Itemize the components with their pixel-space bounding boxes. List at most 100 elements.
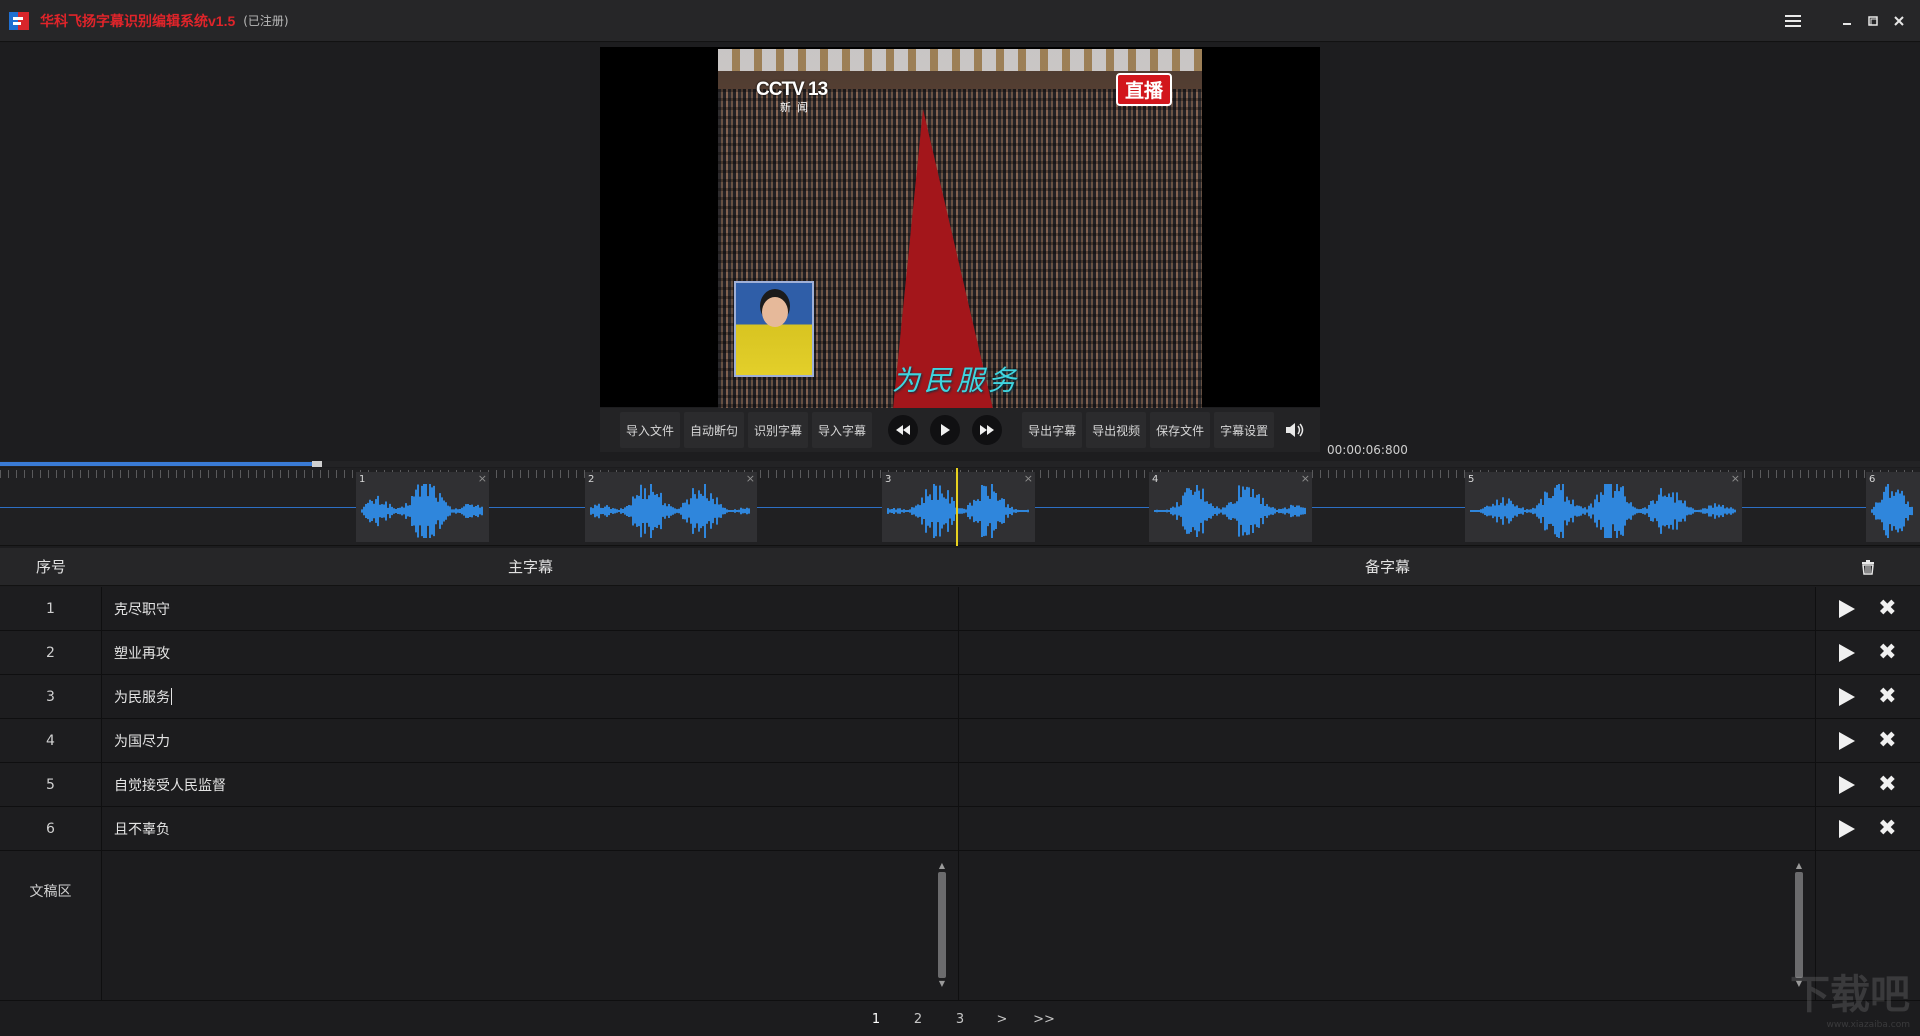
waveform-segment[interactable]: 6 <box>1866 472 1920 542</box>
waveform-timeline[interactable]: 1 × 2 × 3 × 4 × 5 × 6 <box>0 468 1920 546</box>
app-window: 华科飞扬字幕识别编辑系统v1.5 (已注册) CCTV 13 新闻 直播 为民服… <box>0 0 1920 1036</box>
progress-thumb[interactable] <box>311 461 322 467</box>
waveform-segment[interactable]: 2 × <box>585 472 757 542</box>
main-subtitle-cell[interactable]: 且不辜负 <box>102 807 959 850</box>
channel-sub: 新闻 <box>780 101 814 114</box>
maximize-icon <box>1868 16 1878 26</box>
auto-split-button[interactable]: 自动断句 <box>684 412 745 448</box>
table-row[interactable]: 2 塑业再攻 ✖ <box>0 631 1920 675</box>
play-row-icon[interactable] <box>1839 599 1856 618</box>
play-row-icon[interactable] <box>1839 775 1856 794</box>
page-3[interactable]: 3 <box>939 1012 981 1027</box>
import-file-button[interactable]: 导入文件 <box>620 412 681 448</box>
row-actions: ✖ <box>1816 807 1920 850</box>
waveform-shape <box>1154 485 1306 537</box>
pagination: 1 2 3 > >> <box>0 1003 1920 1036</box>
table-row[interactable]: 6 且不辜负 ✖ <box>0 807 1920 851</box>
delete-row-icon[interactable]: ✖ <box>1878 641 1896 664</box>
transport-controls <box>882 415 1008 445</box>
hamburger-icon <box>1785 15 1801 27</box>
backup-subtitle-cell[interactable] <box>959 631 1816 674</box>
row-number: 6 <box>0 807 102 850</box>
recognize-subtitle-button[interactable]: 识别字幕 <box>748 412 809 448</box>
table-row[interactable]: 4 为国尽力 ✖ <box>0 719 1920 763</box>
import-subtitle-button[interactable]: 导入字幕 <box>812 412 873 448</box>
row-actions: ✖ <box>1816 675 1920 718</box>
watermark-url: www.xiazaiba.com <box>1826 1020 1910 1030</box>
backup-subtitle-cell[interactable] <box>959 675 1816 718</box>
page-2[interactable]: 2 <box>897 1012 939 1027</box>
delete-row-icon[interactable]: ✖ <box>1878 729 1896 752</box>
burned-subtitle: 为民服务 <box>892 364 1021 397</box>
waveform-shape <box>590 484 750 538</box>
waveform-segment[interactable]: 5 × <box>1465 472 1742 542</box>
next-button[interactable] <box>972 415 1003 445</box>
draft-main-scrollbar[interactable]: ▲ ▼ <box>936 861 948 991</box>
close-button[interactable] <box>1886 8 1912 34</box>
draft-area: 文稿区 ▲ ▼ ▲ ▼ <box>0 851 1920 1001</box>
main-subtitle-cell[interactable]: 为国尽力 <box>102 719 959 762</box>
clear-all-button[interactable] <box>1816 559 1920 575</box>
backup-subtitle-cell[interactable] <box>959 807 1816 850</box>
scroll-down-icon[interactable]: ▼ <box>936 979 948 989</box>
backup-subtitle-cell[interactable] <box>959 719 1816 762</box>
scroll-up-icon[interactable]: ▲ <box>936 861 948 871</box>
window-controls <box>1780 0 1912 42</box>
play-row-icon[interactable] <box>1839 731 1856 750</box>
scroll-thumb[interactable] <box>938 872 946 978</box>
save-file-button[interactable]: 保存文件 <box>1150 412 1211 448</box>
last-page[interactable]: >> <box>1023 1012 1065 1027</box>
waveform-segment[interactable]: 1 × <box>356 472 489 542</box>
next-page[interactable]: > <box>981 1012 1023 1027</box>
registration-status: (已注册) <box>243 14 289 28</box>
subtitle-settings-button[interactable]: 字幕设置 <box>1214 412 1275 448</box>
maximize-button[interactable] <box>1860 8 1886 34</box>
text-caret <box>171 688 172 705</box>
draft-main-textarea[interactable]: ▲ ▼ <box>102 851 959 1000</box>
play-button[interactable] <box>930 415 961 445</box>
main-subtitle-cell[interactable]: 克尽职守 <box>102 587 959 630</box>
player-toolbar: 导入文件 自动断句 识别字幕 导入字幕 导出字幕 导出视频 保存文件 字幕设置 <box>600 408 1320 452</box>
export-video-button[interactable]: 导出视频 <box>1086 412 1147 448</box>
minimize-button[interactable] <box>1834 8 1860 34</box>
row-number: 4 <box>0 719 102 762</box>
volume-button[interactable] <box>1282 416 1310 444</box>
scroll-up-icon[interactable]: ▲ <box>1793 861 1805 871</box>
draft-label: 文稿区 <box>0 851 102 1000</box>
playhead[interactable] <box>956 468 958 546</box>
play-row-icon[interactable] <box>1839 643 1856 662</box>
video-player[interactable]: CCTV 13 新闻 直播 为民服务 <box>600 47 1320 411</box>
waveform-shape <box>1871 484 1913 538</box>
menu-button[interactable] <box>1780 8 1806 34</box>
main-subtitle-text: 为民服务 <box>114 689 170 706</box>
prev-icon <box>896 425 911 435</box>
delete-row-icon[interactable]: ✖ <box>1878 817 1896 840</box>
main-subtitle-cell-editing[interactable]: 为民服务 <box>102 675 959 718</box>
export-subtitle-button[interactable]: 导出字幕 <box>1022 412 1083 448</box>
backup-subtitle-cell[interactable] <box>959 763 1816 806</box>
table-row[interactable]: 1 克尽职守 ✖ <box>0 587 1920 631</box>
table-row[interactable]: 3 为民服务 ✖ <box>0 675 1920 719</box>
main-subtitle-cell[interactable]: 自觉接受人民监督 <box>102 763 959 806</box>
draft-backup-textarea[interactable]: ▲ ▼ <box>959 851 1816 1000</box>
row-number: 1 <box>0 587 102 630</box>
page-1[interactable]: 1 <box>855 1012 897 1027</box>
prev-button[interactable] <box>888 415 919 445</box>
play-row-icon[interactable] <box>1839 819 1856 838</box>
delete-row-icon[interactable]: ✖ <box>1878 597 1896 620</box>
row-actions: ✖ <box>1816 719 1920 762</box>
delete-row-icon[interactable]: ✖ <box>1878 773 1896 796</box>
header-main-subtitle: 主字幕 <box>507 558 553 576</box>
next-icon <box>980 425 995 435</box>
table-row[interactable]: 5 自觉接受人民监督 ✖ <box>0 763 1920 807</box>
live-badge: 直播 <box>1115 73 1172 106</box>
timecode: 00:00:06:800 <box>1327 443 1408 457</box>
waveform-shape <box>887 484 1029 538</box>
waveform-segment[interactable]: 4 × <box>1149 472 1312 542</box>
play-row-icon[interactable] <box>1839 687 1856 706</box>
delete-row-icon[interactable]: ✖ <box>1878 685 1896 708</box>
backup-subtitle-cell[interactable] <box>959 587 1816 630</box>
waveform-segment[interactable]: 3 × <box>882 472 1035 542</box>
progress-bar[interactable] <box>0 461 1920 467</box>
main-subtitle-cell[interactable]: 塑业再攻 <box>102 631 959 674</box>
